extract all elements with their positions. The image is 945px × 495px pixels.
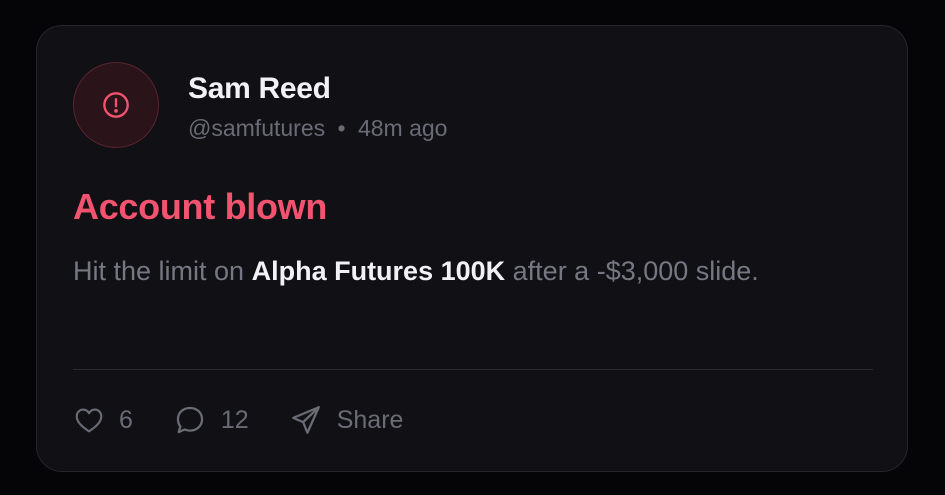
body-prefix: Hit the limit on — [73, 256, 245, 286]
send-icon — [289, 403, 323, 437]
body-suffix: after a -$3,000 slide. — [512, 256, 759, 286]
post-body: Hit the limit on Alpha Futures 100K afte… — [73, 250, 863, 293]
post-meta: @samfutures • 48m ago — [188, 115, 447, 142]
post-card: Sam Reed @samfutures • 48m ago Account b… — [36, 25, 908, 472]
like-button[interactable]: 6 — [73, 404, 133, 436]
share-button[interactable]: Share — [289, 403, 404, 437]
share-label: Share — [336, 405, 404, 434]
meta-separator: • — [337, 115, 346, 141]
post-timestamp: 48m ago — [357, 115, 448, 141]
reply-button[interactable]: 12 — [173, 403, 249, 437]
post-title: Account blown — [73, 186, 328, 227]
comment-icon — [173, 403, 207, 437]
alert-circle-icon — [102, 91, 130, 119]
like-count: 6 — [119, 405, 133, 434]
author-name[interactable]: Sam Reed — [188, 72, 331, 106]
body-highlight: Alpha Futures 100K — [251, 256, 506, 286]
heart-icon — [73, 404, 105, 436]
divider — [73, 369, 873, 370]
reply-count: 12 — [220, 405, 249, 434]
action-bar: 6 12 Share — [73, 400, 403, 440]
author-handle[interactable]: @samfutures — [188, 115, 325, 141]
avatar[interactable] — [73, 62, 159, 148]
